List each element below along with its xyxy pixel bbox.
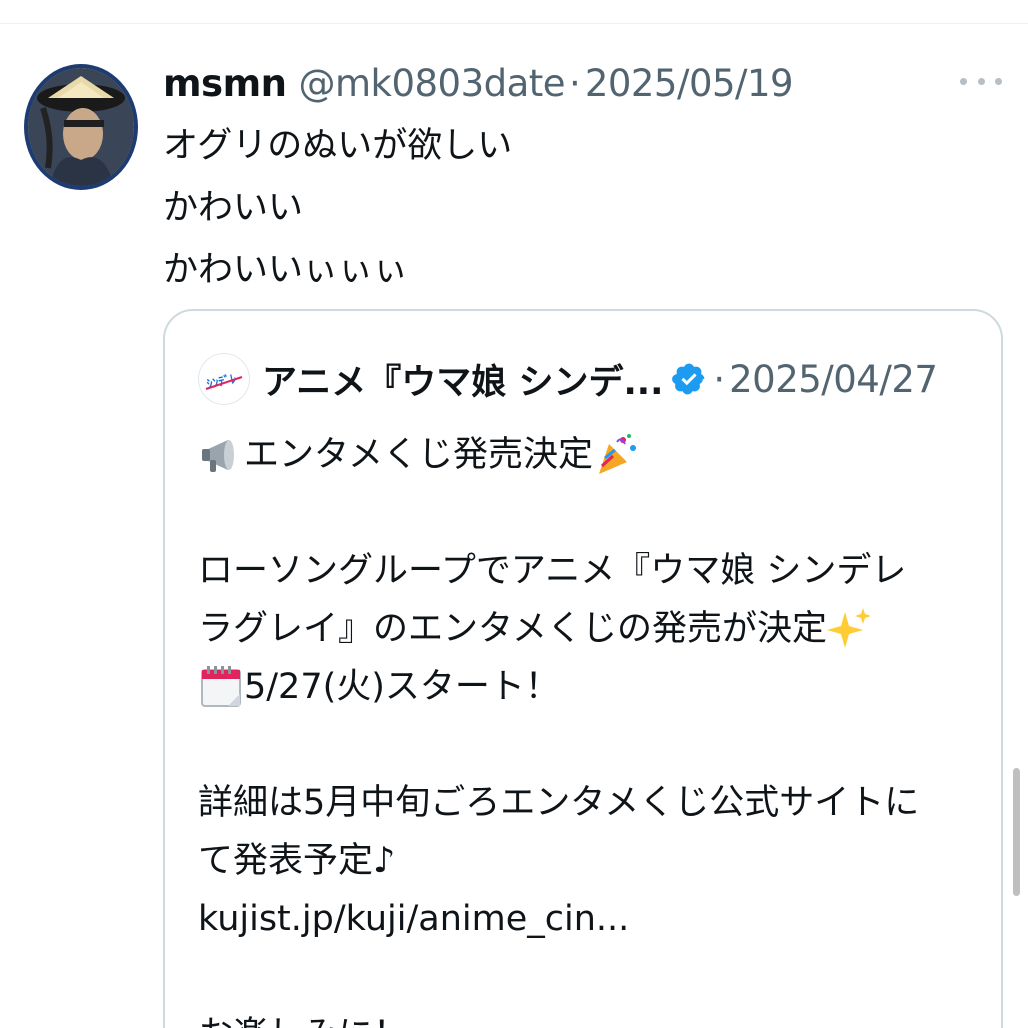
- quote-author-name[interactable]: アニメ『ウマ娘 シンデ...: [262, 354, 663, 405]
- quote-line-text: ラグレイ』のエンタメくじの発売が決定: [198, 609, 827, 649]
- quote-author-avatar[interactable]: ｼﾝﾃﾞﾚ: [198, 353, 250, 405]
- megaphone-icon: [198, 432, 244, 478]
- quote-body: エンタメくじ発売決定 ローソングループでアニメ『ウマ娘 シンデレ ラグレイ』のエ…: [198, 426, 978, 1028]
- more-options-button[interactable]: [960, 72, 1002, 90]
- tweet-line: かわいいぃぃぃ: [163, 250, 409, 290]
- author-handle[interactable]: @mk0803date: [298, 62, 565, 105]
- quote-date[interactable]: 2025/04/27: [729, 358, 938, 401]
- quote-line: お楽しみに！: [198, 1006, 978, 1028]
- party-popper-icon: [593, 432, 639, 478]
- quote-line: ラグレイ』のエンタメくじの発売が決定: [198, 600, 978, 658]
- verified-badge-icon: [671, 361, 707, 397]
- quote-line-text: 5/27(火)スタート！: [244, 667, 560, 707]
- author-avatar[interactable]: [24, 64, 138, 190]
- header-separator: ·: [569, 61, 581, 105]
- more-dot: [995, 77, 1002, 85]
- tweet-line: オグリのぬいが欲しい: [163, 126, 513, 166]
- tweet-text: オグリのぬいが欲しい かわいい かわいいぃぃぃ: [163, 115, 512, 301]
- tweet-date[interactable]: 2025/05/19: [585, 62, 794, 105]
- more-horizontal-icon: [960, 77, 967, 85]
- quote-line: ローソングループでアニメ『ウマ娘 シンデレ: [198, 551, 907, 591]
- sparkles-icon: [826, 606, 873, 652]
- quote-line: エンタメくじ発売決定: [198, 426, 978, 484]
- quoted-tweet-card[interactable]: ｼﾝﾃﾞﾚ アニメ『ウマ娘 シンデ... · 2025/04/27 エンタメくじ…: [163, 309, 1003, 1028]
- quote-separator: ·: [713, 357, 726, 401]
- quote-line: 5/27(火)スタート！: [198, 658, 978, 716]
- tweet-page: msmn @mk0803date · 2025/05/19 オグリのぬいが欲しい…: [0, 0, 1028, 1028]
- tweet-line: かわいい: [163, 188, 304, 228]
- quote-header: ｼﾝﾃﾞﾚ アニメ『ウマ娘 シンデ... · 2025/04/27: [198, 349, 938, 409]
- more-dot: [977, 77, 985, 85]
- scrollbar-thumb[interactable]: [1013, 768, 1020, 896]
- calendar-icon: [198, 664, 244, 710]
- top-divider: [0, 23, 1028, 24]
- quote-headline: エンタメくじ発売決定: [244, 435, 593, 475]
- tweet-header: msmn @mk0803date · 2025/05/19: [163, 58, 794, 108]
- quote-line: 詳細は5月中旬ごろエンタメくじ公式サイトに: [198, 783, 920, 823]
- quote-line: て発表予定♪: [198, 841, 396, 881]
- author-name[interactable]: msmn: [163, 62, 287, 105]
- quote-link[interactable]: kujist.jp/kuji/anime_cin...: [198, 890, 978, 948]
